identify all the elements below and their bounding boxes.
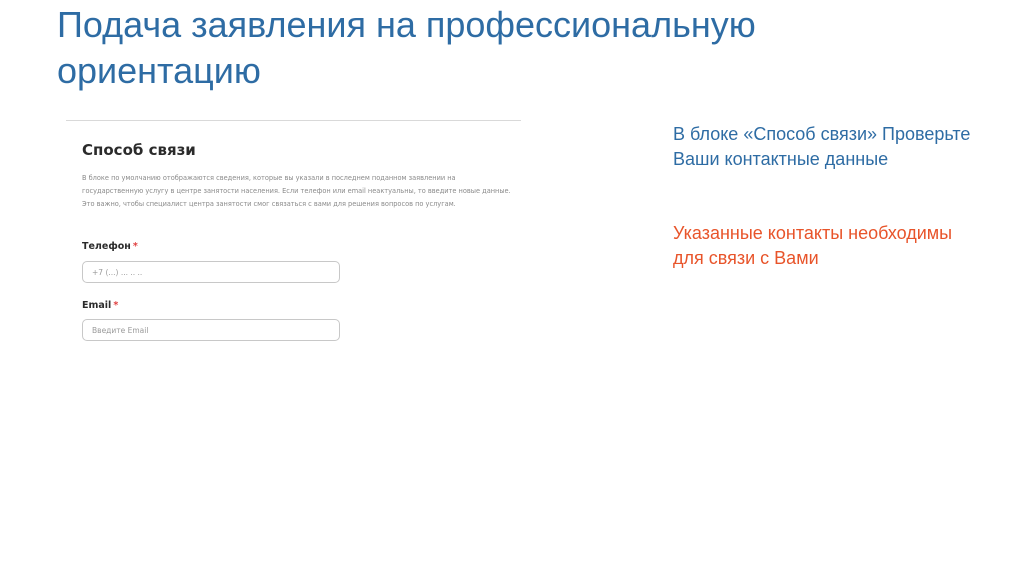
email-label: Email * bbox=[82, 300, 118, 311]
section-description: В блоке по умолчанию отображаются сведен… bbox=[82, 174, 511, 208]
section-title: Способ связи bbox=[82, 141, 196, 159]
slide-title: Подача заявления на профессиональную ори… bbox=[57, 4, 756, 91]
contact-method-form: Способ связи В блоке по умолчанию отобра… bbox=[66, 117, 521, 362]
email-label-text: Email bbox=[82, 300, 112, 311]
email-input[interactable] bbox=[82, 319, 340, 341]
phone-input[interactable] bbox=[82, 261, 340, 283]
warning-note: Указанные контакты необходимы для связи … bbox=[673, 223, 953, 268]
phone-label-text: Телефон bbox=[82, 241, 131, 252]
phone-label: Телефон * bbox=[82, 241, 138, 252]
info-note: В блоке «Способ связи» Проверьте Ваши ко… bbox=[673, 124, 971, 169]
form-top-divider bbox=[66, 120, 521, 121]
email-required-mark: * bbox=[113, 300, 119, 311]
phone-required-mark: * bbox=[132, 241, 138, 252]
